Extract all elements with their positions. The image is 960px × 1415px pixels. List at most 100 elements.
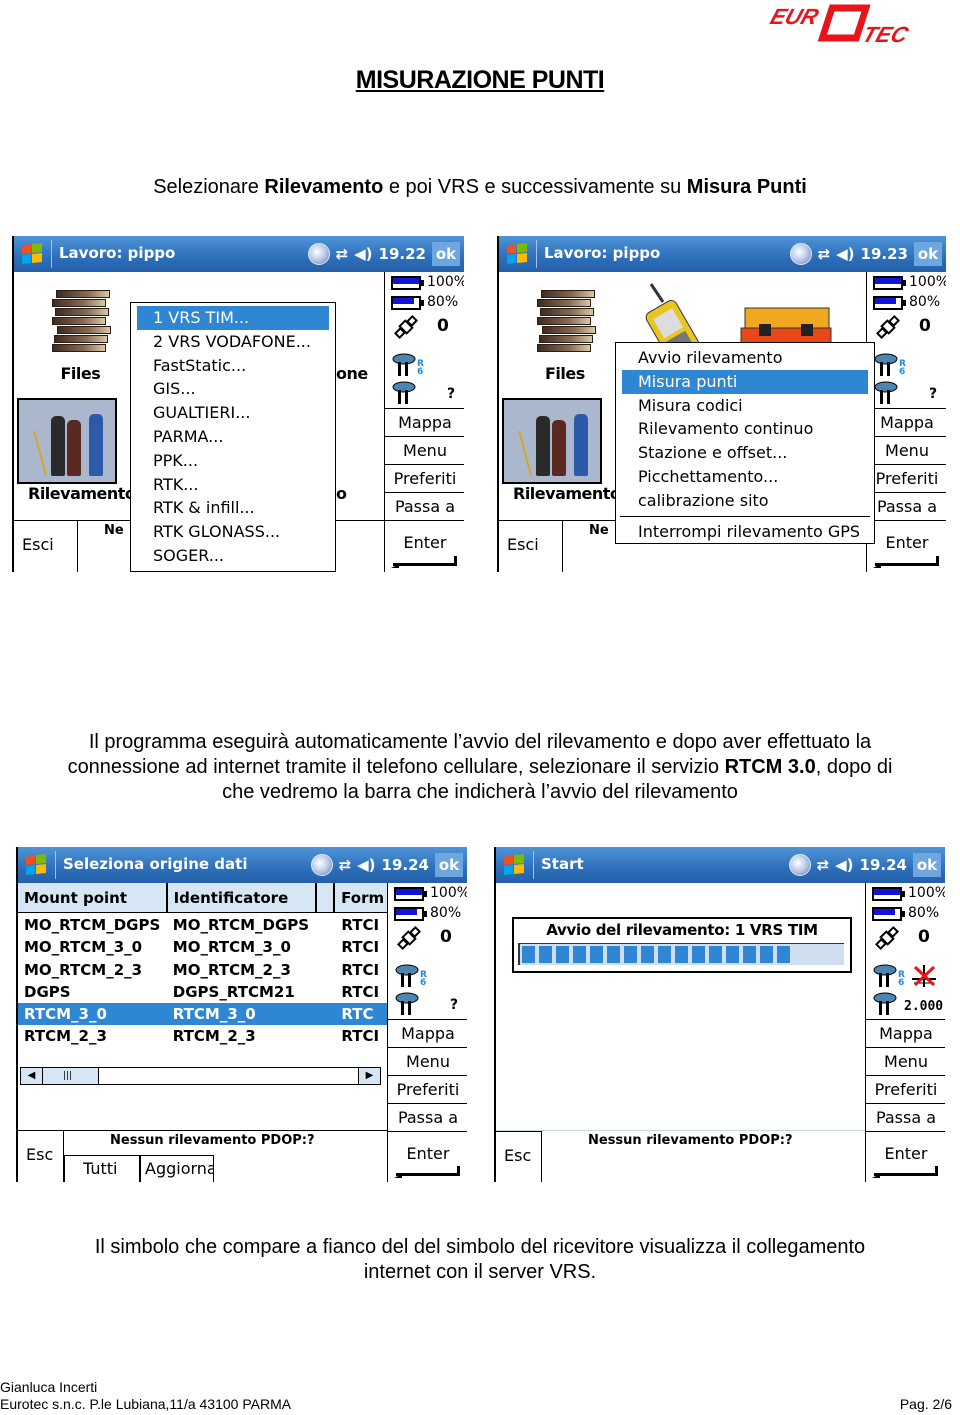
scroll-right-arrow-icon[interactable]: ▶ xyxy=(358,1068,380,1084)
files-books-icon[interactable] xyxy=(52,290,111,360)
table-row[interactable]: MO_RTCM_2_3 MO_RTCM_2_3 RTCI xyxy=(18,959,387,981)
esc-button[interactable]: Esc xyxy=(496,1131,542,1182)
ok-button[interactable]: ok xyxy=(435,853,463,877)
column-header-empty[interactable] xyxy=(317,883,336,913)
table-row[interactable]: MO_RTCM_3_0 MO_RTCM_3_0 RTCI xyxy=(18,936,387,958)
menu-item[interactable]: RTK & infill... xyxy=(131,496,335,520)
gps-receiver-icon[interactable] xyxy=(394,963,420,987)
menu-item[interactable]: RTK GLONASS... xyxy=(131,520,335,544)
switch-to-button[interactable]: Passa a xyxy=(866,1103,945,1131)
menu-item[interactable]: Rilevamento continuo xyxy=(616,417,874,441)
menu-button[interactable]: Menu xyxy=(388,1047,467,1075)
satellite-icon[interactable] xyxy=(874,925,900,951)
clock-time[interactable]: 19.24 xyxy=(860,856,907,874)
enter-button[interactable]: Enter xyxy=(867,520,946,572)
menu-item[interactable]: Picchettamento... xyxy=(616,465,874,489)
satellite-icon[interactable] xyxy=(396,925,422,951)
table-row[interactable]: DGPS DGPS_RTCM21 RTCI xyxy=(18,981,387,1003)
tab-all[interactable]: Tutti xyxy=(64,1155,140,1182)
menu-item[interactable]: calibrazione sito xyxy=(616,489,874,513)
menu-item-stop-gps[interactable]: Interrompi rilevamento GPS xyxy=(616,520,874,544)
connectivity-globe-icon[interactable] xyxy=(789,243,812,265)
enter-button[interactable]: Enter xyxy=(385,520,464,572)
menu-item[interactable]: PPK... xyxy=(131,449,335,473)
menu-item[interactable]: FastStatic... xyxy=(131,354,335,378)
favorites-button[interactable]: Preferiti xyxy=(388,1075,467,1103)
tab-refresh[interactable]: Aggiornar xyxy=(140,1155,214,1182)
speaker-volume-icon[interactable]: ◀) xyxy=(836,245,854,263)
speaker-volume-icon[interactable]: ◀) xyxy=(835,856,853,874)
speaker-volume-icon[interactable]: ◀) xyxy=(354,245,372,263)
data-sync-arrows-icon[interactable]: ⇄ xyxy=(336,245,349,263)
windows-start-icon[interactable] xyxy=(505,242,529,266)
table-row[interactable]: RTCM_3_0 RTCM_3_0 RTC xyxy=(18,1003,387,1026)
column-header-mount-point[interactable]: Mount point xyxy=(18,883,168,913)
gps-receiver-icon[interactable] xyxy=(873,352,899,376)
tile-files[interactable]: Files xyxy=(545,364,585,383)
rilevamento-survey-photo[interactable] xyxy=(502,398,602,484)
speaker-volume-icon[interactable]: ◀) xyxy=(357,856,375,874)
map-button[interactable]: Mappa xyxy=(385,408,464,436)
tile-rilevamento[interactable]: Rilevamento xyxy=(28,484,136,503)
enter-button[interactable]: Enter xyxy=(388,1131,467,1182)
favorites-button[interactable]: Preferiti xyxy=(866,1075,945,1103)
gps-receiver-2-icon[interactable] xyxy=(872,991,898,1015)
esc-button[interactable]: Esci xyxy=(14,521,78,572)
menu-button[interactable]: Menu xyxy=(385,436,464,464)
data-sync-arrows-icon[interactable]: ⇄ xyxy=(817,856,830,874)
switch-to-button[interactable]: Passa a xyxy=(388,1103,467,1131)
enter-button[interactable]: Enter xyxy=(866,1131,945,1182)
scrollbar-thumb[interactable]: ||| xyxy=(43,1068,99,1084)
menu-item[interactable]: Misura codici xyxy=(616,394,874,418)
table-row[interactable]: MO_RTCM_DGPS MO_RTCM_DGPS RTCI xyxy=(18,914,387,936)
clock-time[interactable]: 19.23 xyxy=(861,245,908,263)
column-header-identifier[interactable]: Identificatore xyxy=(168,883,318,913)
gps-receiver-2-icon[interactable] xyxy=(391,380,417,404)
data-sync-arrows-icon[interactable]: ⇄ xyxy=(339,856,352,874)
table-row[interactable]: RTCM_2_3 RTCM_2_3 RTCI xyxy=(18,1025,387,1047)
ok-button[interactable]: ok xyxy=(913,853,941,877)
gps-receiver-2-icon[interactable] xyxy=(394,991,420,1015)
horizontal-scrollbar[interactable]: ◀ ||| ▶ xyxy=(20,1067,381,1085)
gps-receiver-icon[interactable] xyxy=(391,352,417,376)
esc-button[interactable]: Esci xyxy=(499,521,563,572)
menu-item[interactable]: Misura punti xyxy=(622,369,868,394)
map-button[interactable]: Mappa xyxy=(866,1019,945,1047)
connectivity-globe-icon[interactable] xyxy=(310,854,333,876)
clock-time[interactable]: 19.24 xyxy=(382,856,429,874)
menu-item[interactable]: Avvio rilevamento xyxy=(616,346,874,370)
menu-button[interactable]: Menu xyxy=(866,1047,945,1075)
menu-button[interactable]: Menu xyxy=(867,436,946,464)
data-sync-arrows-icon[interactable]: ⇄ xyxy=(818,245,831,263)
esc-button[interactable]: Esc xyxy=(18,1131,64,1182)
clock-time[interactable]: 19.22 xyxy=(379,245,426,263)
windows-start-icon[interactable] xyxy=(502,853,526,877)
files-books-icon[interactable] xyxy=(537,290,596,360)
tile-rilevamento[interactable]: Rilevamento xyxy=(513,484,621,503)
connectivity-globe-icon[interactable] xyxy=(788,854,811,876)
windows-start-icon[interactable] xyxy=(20,242,44,266)
column-header-format[interactable]: Form xyxy=(335,883,387,913)
satellite-icon[interactable] xyxy=(875,314,901,340)
favorites-button[interactable]: Preferiti xyxy=(385,464,464,492)
satellite-icon[interactable] xyxy=(393,314,419,340)
menu-item[interactable]: GUALTIERI... xyxy=(131,401,335,425)
map-button[interactable]: Mappa xyxy=(388,1019,467,1047)
switch-to-button[interactable]: Passa a xyxy=(385,492,464,520)
connectivity-globe-icon[interactable] xyxy=(307,243,330,265)
map-button[interactable]: Mappa xyxy=(867,408,946,436)
gps-receiver-2-icon[interactable] xyxy=(873,380,899,404)
menu-item[interactable]: PARMA... xyxy=(131,425,335,449)
gps-receiver-icon[interactable] xyxy=(872,963,898,987)
switch-to-button[interactable]: Passa a xyxy=(867,492,946,520)
menu-item[interactable]: Stazione e offset... xyxy=(616,441,874,465)
rilevamento-survey-photo[interactable] xyxy=(17,398,117,484)
ok-button[interactable]: ok xyxy=(432,242,460,266)
windows-start-icon[interactable] xyxy=(24,853,48,877)
scroll-left-arrow-icon[interactable]: ◀ xyxy=(21,1068,43,1084)
menu-item[interactable]: GIS... xyxy=(131,377,335,401)
ok-button[interactable]: ok xyxy=(914,242,942,266)
menu-item[interactable]: RTK... xyxy=(131,473,335,497)
tile-files[interactable]: FFiles xyxy=(60,364,101,383)
menu-item[interactable]: SOGER... xyxy=(131,544,335,568)
